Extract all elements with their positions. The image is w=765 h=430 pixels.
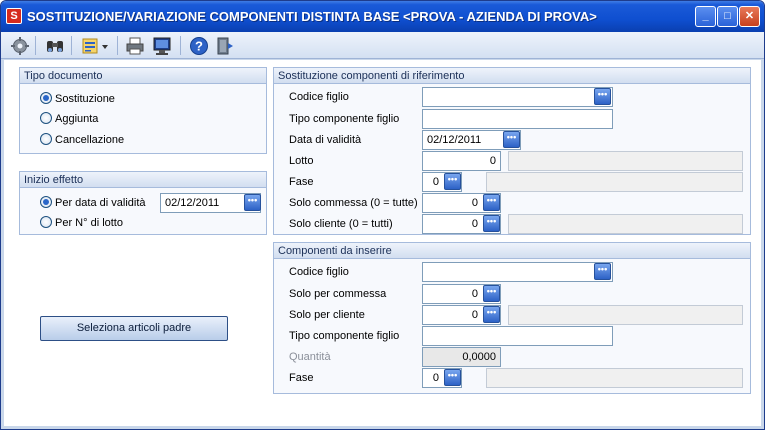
window-title: SOSTITUZIONE/VARIAZIONE COMPONENTI DISTI… xyxy=(27,9,597,24)
gear-icon[interactable] xyxy=(10,36,30,56)
radio-per-data-button[interactable] xyxy=(40,196,52,208)
componenti-title: Componenti da inserire xyxy=(274,243,750,259)
sost-fase-description xyxy=(486,172,743,192)
componenti-group: Componenti da inserire Codice figlio •••… xyxy=(273,242,751,394)
sost-data-validita-label: Data di validità xyxy=(289,134,362,146)
inizio-data-lookup-button[interactable]: ••• xyxy=(244,194,261,211)
comp-solo-cliente-lookup-button[interactable]: ••• xyxy=(483,306,500,323)
sost-fase-label: Fase xyxy=(289,176,314,188)
binoculars-icon[interactable] xyxy=(45,36,65,56)
svg-text:?: ? xyxy=(195,39,203,54)
main-window: S SOSTITUZIONE/VARIAZIONE COMPONENTI DIS… xyxy=(0,0,765,430)
radio-per-lotto[interactable]: Per N° di lotto xyxy=(40,215,123,231)
list-options-icon[interactable] xyxy=(81,36,111,56)
sostituzione-group: Sostituzione componenti di riferimento C… xyxy=(273,67,751,235)
radio-sostituzione-button[interactable] xyxy=(40,92,52,104)
radio-per-data-label: Per data di validità xyxy=(55,197,146,209)
radio-cancellazione-button[interactable] xyxy=(40,133,52,145)
comp-codice-figlio-lookup-button[interactable]: ••• xyxy=(594,263,611,280)
sost-solo-cliente-lookup-button[interactable]: ••• xyxy=(483,215,500,232)
radio-sostituzione-label: Sostituzione xyxy=(55,93,115,105)
comp-quantita-field: 0,0000 xyxy=(422,347,501,367)
comp-tipo-componente-field[interactable] xyxy=(422,326,613,346)
app-icon[interactable]: S xyxy=(6,8,22,24)
inizio-effetto-title: Inizio effetto xyxy=(20,172,266,188)
comp-solo-commessa-label: Solo per commessa xyxy=(289,288,387,300)
comp-fase-label: Fase xyxy=(289,372,314,384)
comp-fase-lookup-button[interactable]: ••• xyxy=(444,369,461,386)
sost-solo-cliente-label: Solo cliente (0 = tutti) xyxy=(289,218,393,230)
sost-lotto-field[interactable]: 0 xyxy=(422,151,501,171)
sostituzione-title: Sostituzione componenti di riferimento xyxy=(274,68,750,84)
comp-solo-commessa-lookup-button[interactable]: ••• xyxy=(483,285,500,302)
comp-fase-description xyxy=(486,368,743,388)
sost-lotto-description xyxy=(508,151,743,171)
exit-door-icon[interactable] xyxy=(215,36,235,56)
minimize-button[interactable]: _ xyxy=(695,6,716,27)
sost-codice-figlio-label: Codice figlio xyxy=(289,91,349,103)
monitor-preview-icon[interactable] xyxy=(152,36,172,56)
comp-tipo-componente-label: Tipo componente figlio xyxy=(289,330,400,342)
radio-aggiunta-label: Aggiunta xyxy=(55,113,99,125)
radio-per-data[interactable]: Per data di validità xyxy=(40,195,146,211)
radio-per-lotto-label: Per N° di lotto xyxy=(55,217,123,229)
sost-codice-figlio-field[interactable] xyxy=(422,87,613,107)
maximize-button[interactable]: □ xyxy=(717,6,738,27)
radio-per-lotto-button[interactable] xyxy=(40,216,52,228)
help-icon[interactable]: ? xyxy=(189,36,209,56)
radio-cancellazione[interactable]: Cancellazione xyxy=(40,132,124,148)
sost-tipo-componente-label: Tipo componente figlio xyxy=(289,113,400,125)
radio-sostituzione[interactable]: Sostituzione xyxy=(40,91,115,107)
tipo-documento-group: Tipo documento Sostituzione Aggiunta Can… xyxy=(19,67,267,154)
sost-solo-cliente-description xyxy=(508,214,743,234)
radio-cancellazione-label: Cancellazione xyxy=(55,134,125,146)
close-button[interactable]: ✕ xyxy=(739,6,760,27)
seleziona-articoli-padre-button[interactable]: Seleziona articoli padre xyxy=(40,316,228,341)
sost-lotto-label: Lotto xyxy=(289,155,314,167)
radio-aggiunta-button[interactable] xyxy=(40,112,52,124)
comp-codice-figlio-field[interactable] xyxy=(422,262,613,282)
sost-fase-lookup-button[interactable]: ••• xyxy=(444,173,461,190)
comp-solo-cliente-label: Solo per cliente xyxy=(289,309,365,321)
toolbar: ? xyxy=(1,32,764,59)
radio-aggiunta[interactable]: Aggiunta xyxy=(40,111,98,127)
printer-icon[interactable] xyxy=(125,36,145,56)
sost-solo-commessa-label: Solo commessa (0 = tutte) xyxy=(289,197,418,209)
form-body: Tipo documento Sostituzione Aggiunta Can… xyxy=(4,60,761,426)
sost-data-validita-lookup-button[interactable]: ••• xyxy=(503,131,520,148)
comp-solo-cliente-description xyxy=(508,305,743,325)
sost-solo-commessa-lookup-button[interactable]: ••• xyxy=(483,194,500,211)
title-bar[interactable]: S SOSTITUZIONE/VARIAZIONE COMPONENTI DIS… xyxy=(1,1,764,32)
tipo-documento-title: Tipo documento xyxy=(20,68,266,84)
comp-codice-figlio-label: Codice figlio xyxy=(289,266,349,278)
inizio-effetto-group: Inizio effetto Per data di validità 02/1… xyxy=(19,171,267,235)
sost-codice-figlio-lookup-button[interactable]: ••• xyxy=(594,88,611,105)
comp-quantita-label: Quantità xyxy=(289,351,331,363)
sost-tipo-componente-field[interactable] xyxy=(422,109,613,129)
